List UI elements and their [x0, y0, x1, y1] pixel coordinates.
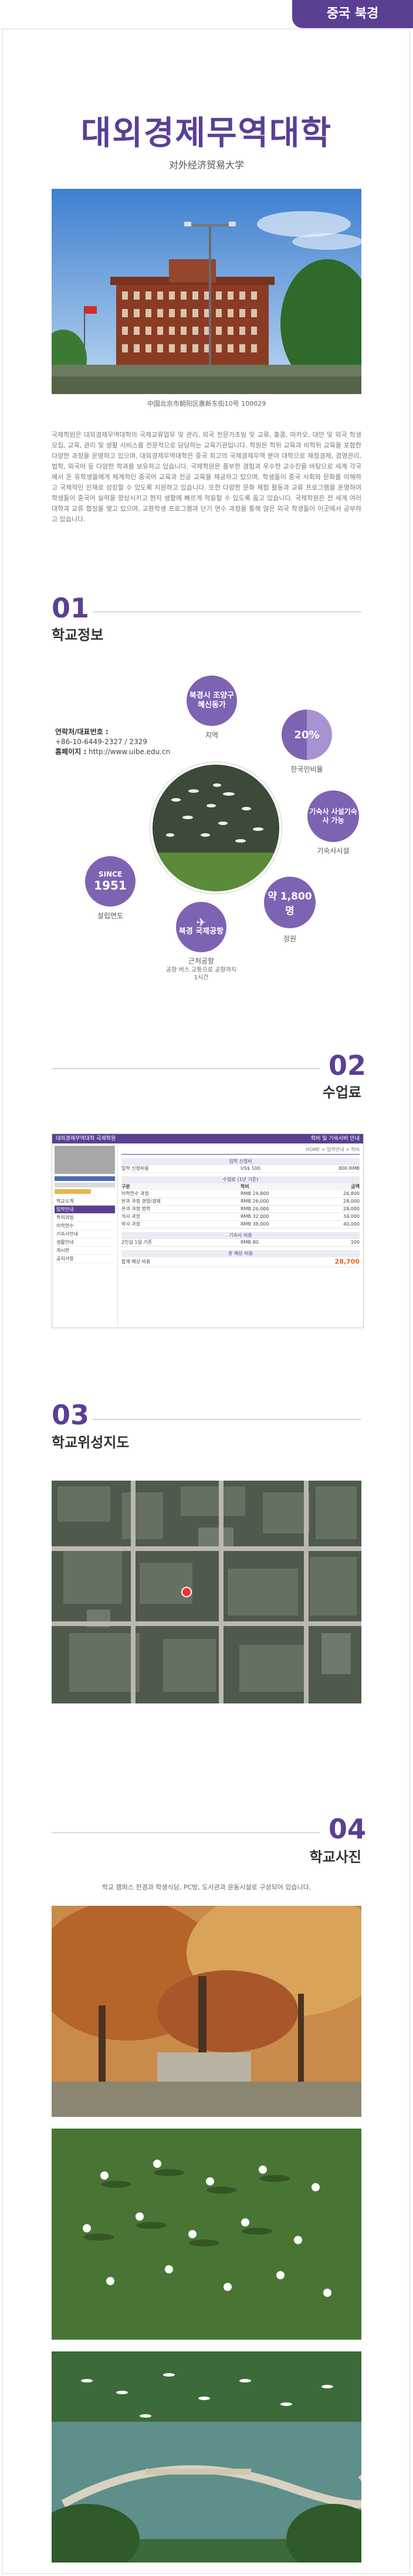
table-row: 어학연수 과정 RMB 24,800 26,800 — [121, 1190, 360, 1198]
campus-photo-caption: 中国北京市朝阳区惠新东街10号 100029 — [147, 400, 266, 408]
tuition-sidebar: 학교소개 입학안내 학위과정 어학연수 기숙사안내 생활안내 게시판 공지사항 — [55, 1197, 115, 1263]
sidebar-item[interactable]: 게시판 — [55, 1247, 115, 1255]
table-cell: 28,000 — [343, 1199, 360, 1204]
founded-label: 설립연도 — [97, 912, 124, 920]
map-marker-icon — [181, 1587, 192, 1597]
dormitory-label: 기숙사시설 — [317, 847, 350, 855]
sidebar-item[interactable]: 생활안내 — [55, 1238, 115, 1247]
section-03-divider — [93, 1419, 361, 1420]
total-value: 28,700 — [334, 1258, 360, 1265]
region-label: 지역 — [205, 731, 219, 739]
row-c: 2인실 1일 기준 RMB 80 100 — [121, 1239, 360, 1247]
lake-bridge-photo — [52, 2351, 361, 2563]
taichi-photo — [52, 2129, 361, 2340]
section-03-title: 학교위성지도 — [52, 1434, 130, 1451]
contact-web-label: 홈페이지 : — [55, 748, 87, 756]
table-cell: 본과 과정 경영/경제 — [121, 1199, 161, 1204]
table-row: 박사 과정 RMB 38,000 40,000 — [121, 1221, 360, 1228]
capacity-circle: 약 1,800명 — [264, 877, 316, 928]
airport-label: 근처공항 — [188, 957, 215, 965]
table-cell: 34,000 — [343, 1214, 360, 1219]
section-03-number: 03 — [52, 1399, 90, 1431]
section-02-title: 수업료 — [322, 1084, 361, 1101]
col-heads: 구분 학비 금액 — [121, 1183, 360, 1190]
section-d-head: 총 예상 비용 — [121, 1250, 360, 1257]
section-b-head: 수업료 (1년 기준) — [121, 1176, 360, 1183]
tuition-site-photo — [55, 1146, 115, 1174]
table-cell: RMB 24,800 — [241, 1191, 269, 1196]
section-01-title: 학교정보 — [52, 627, 104, 643]
tuition-site-subtitle: 학비 및 기숙사비 안내 — [310, 1136, 360, 1142]
table-cell: RMB 32,000 — [241, 1214, 269, 1219]
section-04-divider — [52, 1832, 320, 1833]
satellite-map[interactable] — [52, 1481, 361, 1703]
table-cell: 본과 과정 법학 — [121, 1206, 151, 1211]
table-row: 석사 과정 RMB 32,000 34,000 — [121, 1213, 360, 1221]
photos-caption: 학교 캠퍼스 전경과 학생식당, PC방, 도서관과 운동시설로 구성되어 있습… — [101, 1883, 312, 1891]
section-02-divider — [52, 1068, 320, 1069]
section-04-title: 학교사진 — [309, 1849, 361, 1865]
table-cell: 40,000 — [343, 1221, 360, 1227]
contact-tel-label: 연락처/대표번호 : — [55, 728, 109, 736]
sidebar-item[interactable]: 기숙사안내 — [55, 1230, 115, 1238]
table-cell: 박사 과정 — [121, 1221, 140, 1227]
school-intro-text: 국제학원은 대외경제무역대학의 국제교류업무 및 관리, 외국 전문가초빙 및 … — [52, 431, 361, 523]
table-cell: 26,800 — [343, 1191, 360, 1196]
table-cell: RMB 26,000 — [241, 1206, 269, 1211]
airport-sub: 공항 버스 교통으로 공항까지 1시간 — [166, 967, 236, 981]
sidebar-item[interactable]: 공지사항 — [55, 1255, 115, 1263]
campus-main-photo — [52, 189, 361, 394]
contact-web[interactable]: http://www.uibe.edu.cn — [89, 748, 170, 756]
location-tag: 중국 북경 — [292, 0, 413, 28]
korean-ratio-circle: 20% — [282, 710, 332, 760]
total-row: 합계 예상 비용 28,700 — [121, 1257, 360, 1267]
table-row: 본과 과정 법학 RMB 26,000 28,000 — [121, 1206, 360, 1213]
tuition-rows: 어학연수 과정 RMB 24,800 26,800 본과 과정 경영/경제 RMB 26… — [121, 1190, 360, 1228]
sidebar-item[interactable]: 입학안내 — [55, 1206, 115, 1214]
tuition-site-title: 대외경제무역대학 국제학원 — [56, 1136, 116, 1142]
row-a: 입학 신청비용 US$ 100 800 RMB — [121, 1165, 360, 1173]
table-row: 본과 과정 경영/경제 RMB 26,000 28,000 — [121, 1198, 360, 1206]
table-cell: RMB 38,000 — [241, 1221, 269, 1227]
contact-info: 연락처/대표번호 : +86-10-6449-2327 / 2329 홈페이지 … — [55, 727, 170, 757]
tuition-breadcrumb: HOME > 입학안내 > 학비 — [121, 1146, 360, 1155]
sidebar-item[interactable]: 어학연수 — [55, 1222, 115, 1230]
section-02-number: 02 — [329, 1050, 367, 1081]
school-chinese-name: 对外经济贸易大学 — [168, 159, 244, 171]
korean-ratio-label: 한국인비율 — [290, 765, 323, 773]
section-c-head: 기숙사 비용 — [121, 1232, 360, 1239]
school-title: 대외경제무역대학 — [80, 114, 333, 152]
section-a-head: 입학 신청비 — [121, 1158, 360, 1165]
section-04-number: 04 — [329, 1813, 367, 1845]
section-01-number: 01 — [52, 592, 90, 624]
contact-tel: +86-10-6449-2327 / 2329 — [55, 738, 147, 746]
table-cell: 28,000 — [343, 1206, 360, 1211]
dormitory-circle: 기숙사 사설기숙사 가능 — [307, 790, 359, 842]
sidebar-item[interactable]: 학위과정 — [55, 1214, 115, 1222]
tuition-screenshot: 대외경제무역대학 국제학원 학비 및 기숙사비 안내 학교소개 입학안내 학위과정 어… — [52, 1133, 364, 1328]
founded-circle: SINCE 1951 — [85, 856, 136, 907]
region-circle: 북경시 조양구 혜신동가 — [187, 676, 237, 726]
campus-birds-photo — [150, 762, 282, 894]
table-cell: 석사 과정 — [121, 1214, 140, 1219]
capacity-label: 정원 — [283, 935, 297, 943]
table-cell: RMB 26,000 — [241, 1199, 269, 1204]
campus-autumn-photo — [52, 1906, 361, 2117]
table-cell: 어학연수 과정 — [121, 1191, 149, 1196]
airport-circle: ✈ 북경 국제공항 — [176, 902, 226, 952]
sidebar-item[interactable]: 학교소개 — [55, 1197, 115, 1206]
plane-icon: ✈ — [196, 915, 206, 929]
